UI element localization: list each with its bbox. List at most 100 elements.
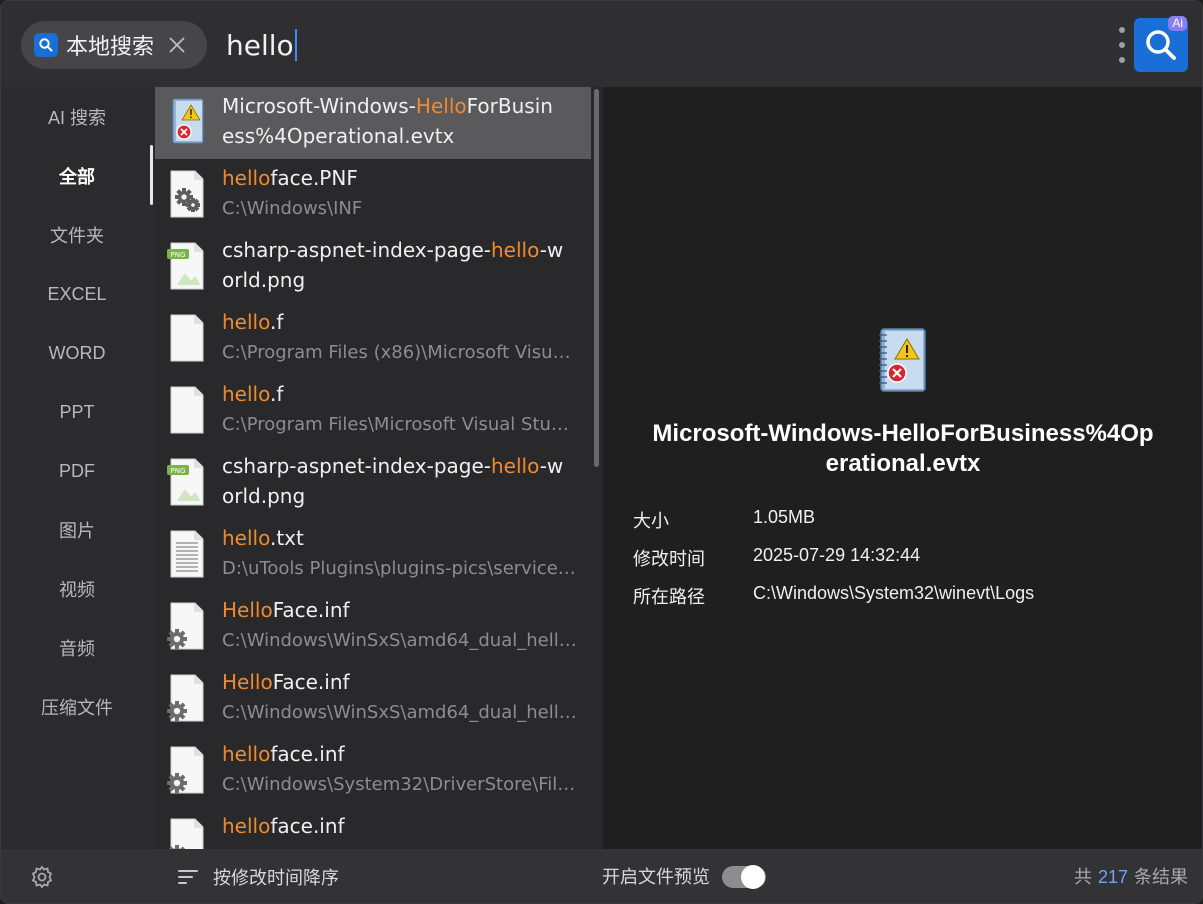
result-title-part: ForBusin bbox=[466, 94, 553, 118]
result-title-part: Face.inf bbox=[272, 670, 350, 694]
result-title-continued: orld.png bbox=[222, 268, 306, 292]
search-icon bbox=[34, 33, 58, 57]
app-window: 本地搜索 hello Ai AI 搜索全部文件夹 EXCEL WORD PPT PDF 图… bbox=[0, 0, 1203, 904]
result-title: HelloFace.inf bbox=[222, 596, 577, 624]
result-row[interactable]: helloface.inf C:\Windows\System32\DriverS… bbox=[155, 735, 591, 807]
ai-search-button[interactable]: Ai bbox=[1134, 16, 1188, 72]
settings-file-icon bbox=[170, 170, 204, 218]
result-path: C:\Windows\WinSxS\amd64_dual_hello... bbox=[222, 630, 577, 651]
result-title-continued: ess%4Operational.evtx bbox=[222, 124, 455, 148]
sort-button[interactable]: 按修改时间降序 bbox=[177, 863, 339, 891]
inf-file-icon bbox=[167, 602, 204, 650]
result-count-prefix: 共 bbox=[1073, 867, 1092, 887]
match-highlight: Hello bbox=[415, 94, 467, 118]
preview-toggle-label: 开启文件预览 bbox=[602, 867, 710, 887]
result-row[interactable]: helloface.PNF C:\Windows\INF bbox=[155, 159, 591, 231]
result-path: D:\uTools Plugins\plugins-pics\services.… bbox=[222, 558, 577, 579]
more-menu-icon[interactable] bbox=[1116, 27, 1128, 63]
preview-file-name-line1: Microsoft-Windows-HelloForBusiness%4Op bbox=[652, 420, 1154, 447]
sort-label: 按修改时间降序 bbox=[213, 868, 339, 888]
result-row[interactable]: helloface.inf bbox=[155, 807, 591, 849]
result-path: C:\Windows\System32\DriverStore\File... bbox=[222, 774, 577, 795]
result-row[interactable]: hello.txt D:\uTools Plugins\plugins-pics\… bbox=[155, 519, 591, 591]
result-row[interactable]: hello.f C:\Program Files\Microsoft Visual… bbox=[155, 375, 591, 447]
match-highlight: hello bbox=[491, 238, 540, 262]
result-title-part: face.PNF bbox=[270, 166, 358, 190]
result-title-part: .f bbox=[269, 310, 284, 334]
sidebar-item[interactable]: 全部 bbox=[1, 156, 153, 196]
event-log-icon bbox=[172, 98, 204, 144]
result-row[interactable]: hello.f C:\Program Files (x86)\Microsoft … bbox=[155, 303, 591, 375]
preview-meta-key: 修改时间 bbox=[633, 549, 705, 569]
result-title-part: face.inf bbox=[270, 742, 345, 766]
sidebar-item[interactable]: PPT bbox=[1, 392, 153, 432]
search-scope-label: 本地搜索 bbox=[66, 35, 155, 60]
match-highlight: hello bbox=[222, 526, 270, 550]
match-highlight: hello bbox=[491, 454, 540, 478]
result-title-part: csharp-aspnet-index-page- bbox=[222, 454, 491, 478]
sidebar-item[interactable]: 图片 bbox=[1, 510, 153, 550]
result-title-part: face.inf bbox=[270, 814, 345, 838]
sidebar-item[interactable]: AI 搜索 bbox=[1, 97, 153, 137]
search-bar: 本地搜索 hello Ai bbox=[1, 1, 1202, 87]
result-title: csharp-aspnet-index-page-hello-w bbox=[222, 452, 577, 480]
result-title: helloface.inf bbox=[222, 812, 577, 840]
inf-file-icon bbox=[168, 818, 204, 849]
result-title: hello.f bbox=[222, 308, 577, 336]
category-sidebar: AI 搜索全部文件夹 EXCEL WORD PPT PDF 图片视频音频压缩文件 bbox=[1, 87, 153, 849]
result-title-part: -w bbox=[539, 238, 564, 262]
match-highlight: hello bbox=[222, 742, 271, 766]
result-path: C:\Program Files (x86)\Microsoft Visual.… bbox=[222, 342, 577, 363]
close-icon[interactable] bbox=[166, 34, 188, 56]
text-caret bbox=[294, 29, 297, 61]
search-input[interactable]: hello bbox=[226, 27, 297, 63]
match-highlight: hello bbox=[222, 310, 270, 334]
match-highlight: Hello bbox=[222, 598, 273, 622]
sidebar-item[interactable]: 文件夹 bbox=[1, 215, 153, 255]
results-list[interactable]: Microsoft-Windows-HelloForBusin ess%4Oper… bbox=[155, 87, 602, 849]
text-file-icon bbox=[170, 530, 204, 578]
match-highlight: hello bbox=[222, 166, 271, 190]
result-count: 共 217 条结果 bbox=[1074, 863, 1188, 891]
preview-toggle[interactable] bbox=[722, 865, 766, 889]
result-row[interactable]: HelloFace.inf C:\Windows\WinSxS\amd64_dua… bbox=[155, 663, 591, 735]
result-row[interactable]: PNG csharp-aspnet-index-page-hello-w orld.… bbox=[155, 231, 591, 303]
magnifier-icon bbox=[1146, 30, 1176, 60]
result-row[interactable]: PNG csharp-aspnet-index-page-hello-w orld.… bbox=[155, 447, 591, 519]
preview-panel: Microsoft-Windows-HelloForBusiness%4Op e… bbox=[603, 87, 1202, 849]
blank-file-icon bbox=[170, 314, 204, 362]
status-footer: 按修改时间降序 开启文件预览 共 217 条结果 bbox=[1, 849, 1202, 903]
sidebar-item[interactable]: 压缩文件 bbox=[1, 687, 153, 727]
sidebar-item[interactable]: PDF bbox=[1, 451, 153, 491]
sidebar-item[interactable]: WORD bbox=[1, 333, 153, 373]
sidebar-item[interactable]: 视频 bbox=[1, 569, 153, 609]
png-file-icon: PNG bbox=[167, 242, 204, 290]
match-highlight: hello bbox=[222, 814, 271, 838]
result-title: hello.f bbox=[222, 380, 577, 408]
results-scrollbar[interactable] bbox=[594, 89, 599, 467]
result-count-number: 217 bbox=[1097, 867, 1128, 887]
match-highlight: hello bbox=[222, 382, 270, 406]
result-title-part: Face.inf bbox=[272, 598, 350, 622]
result-path: C:\Program Files\Microsoft Visual Studi.… bbox=[222, 414, 577, 435]
gear-icon[interactable] bbox=[29, 864, 55, 890]
result-title-part: -w bbox=[539, 454, 564, 478]
result-row[interactable]: HelloFace.inf C:\Windows\WinSxS\amd64_dua… bbox=[155, 591, 591, 663]
preview-meta-row: 大小 1.05MB bbox=[633, 507, 815, 533]
sidebar-item[interactable]: EXCEL bbox=[1, 274, 153, 314]
toggle-knob bbox=[741, 865, 765, 889]
preview-meta-key: 所在路径 bbox=[633, 587, 705, 607]
result-title-part: csharp-aspnet-index-page- bbox=[222, 238, 491, 262]
result-title: csharp-aspnet-index-page-hello-w bbox=[222, 236, 577, 264]
sidebar-item[interactable]: 音频 bbox=[1, 628, 153, 668]
preview-meta-row: 修改时间 2025-07-29 14:32:44 bbox=[633, 545, 920, 571]
result-row[interactable]: Microsoft-Windows-HelloForBusin ess%4Oper… bbox=[155, 87, 591, 159]
result-title-part: .f bbox=[269, 382, 284, 406]
result-title: Microsoft-Windows-HelloForBusin bbox=[222, 92, 577, 120]
preview-meta-value: 1.05MB bbox=[753, 507, 816, 527]
result-title: helloface.PNF bbox=[222, 164, 577, 192]
search-query-text: hello bbox=[226, 28, 294, 62]
preview-file-name: Microsoft-Windows-HelloForBusiness%4Op e… bbox=[633, 419, 1173, 479]
ai-badge: Ai bbox=[1168, 16, 1187, 31]
search-scope-chip[interactable]: 本地搜索 bbox=[21, 21, 207, 69]
